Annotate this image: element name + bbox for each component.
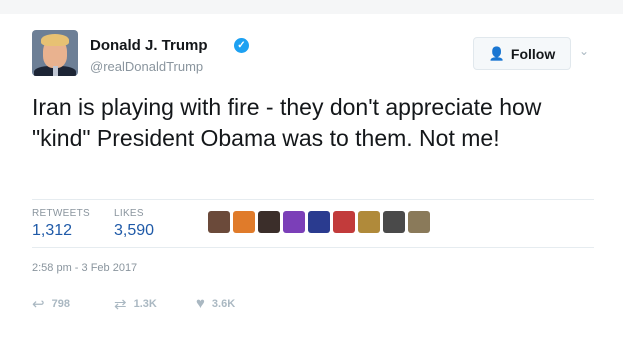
liker-avatar[interactable] <box>308 211 330 233</box>
like-button[interactable]: ♥ 3.6K <box>196 295 235 312</box>
like-count: 3.6K <box>211 297 236 310</box>
liker-avatars <box>208 211 430 233</box>
chevron-down-icon[interactable]: ⌄ <box>579 44 589 58</box>
liker-avatar[interactable] <box>233 211 255 233</box>
liker-avatar[interactable] <box>258 211 280 233</box>
retweet-count: 1.3K <box>133 298 157 310</box>
tweet-text: Iran is playing with fire - they don't a… <box>32 94 542 151</box>
follow-button[interactable]: 👤 Follow <box>473 37 571 70</box>
liker-avatar[interactable] <box>383 211 405 233</box>
heart-icon: ♥ <box>196 295 205 312</box>
follow-label: Follow <box>510 45 556 62</box>
tweet-timestamp[interactable]: 2:58 pm - 3 Feb 2017 <box>32 262 137 274</box>
top-strip <box>0 0 623 14</box>
avatar-tie <box>53 66 58 76</box>
reply-icon: ↩ <box>32 296 45 313</box>
retweet-button[interactable]: ⇄ 1.3K <box>114 295 157 313</box>
verified-badge-icon: ✓ <box>234 38 249 53</box>
liker-avatar[interactable] <box>358 211 380 233</box>
avatar-hair <box>41 34 69 46</box>
likes-label: LIKES <box>114 208 144 219</box>
retweet-icon: ⇄ <box>114 296 127 313</box>
reply-button[interactable]: ↩ 798 <box>32 295 70 313</box>
user-handle[interactable]: @realDonaldTrump <box>90 59 203 74</box>
divider <box>32 199 594 200</box>
liker-avatar[interactable] <box>208 211 230 233</box>
add-user-icon: 👤 <box>488 45 505 61</box>
avatar[interactable] <box>32 30 78 76</box>
liker-avatar[interactable] <box>408 211 430 233</box>
liker-avatar[interactable] <box>333 211 355 233</box>
retweets-count[interactable]: 1,312 <box>32 222 72 240</box>
retweets-label: RETWEETS <box>32 208 90 219</box>
reply-count: 798 <box>51 298 70 310</box>
liker-avatar[interactable] <box>283 211 305 233</box>
display-name[interactable]: Donald J. Trump <box>90 37 208 54</box>
divider <box>32 247 594 248</box>
likes-count[interactable]: 3,590 <box>114 222 154 240</box>
